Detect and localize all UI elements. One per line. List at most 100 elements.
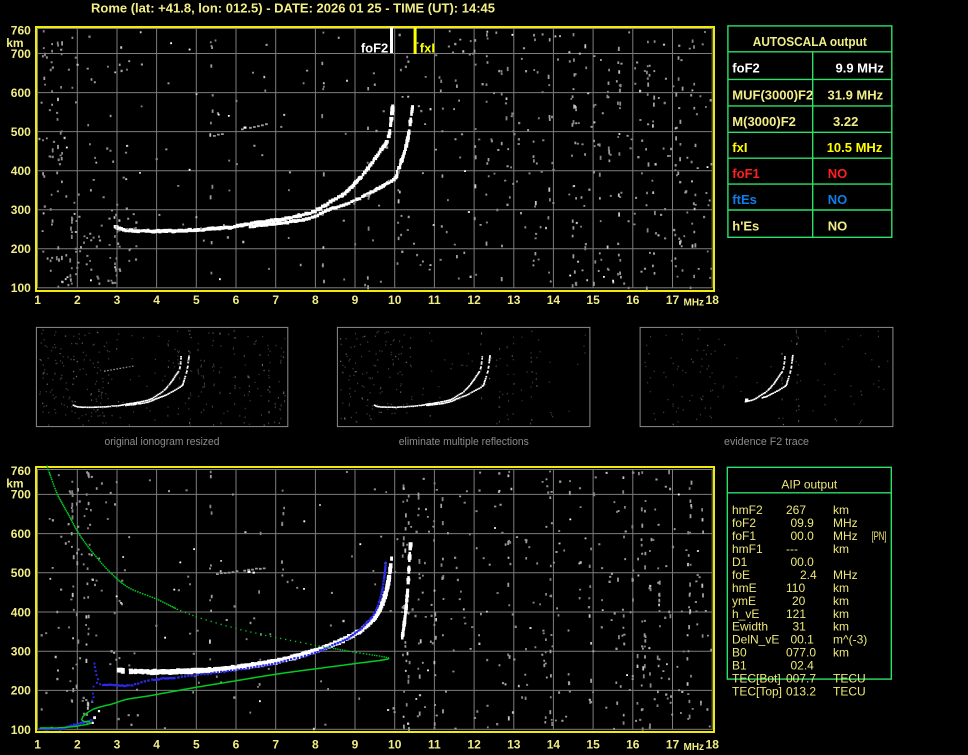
svg-text:09.9: 09.9 <box>791 516 815 530</box>
svg-text:500: 500 <box>11 566 31 580</box>
svg-text:MHz: MHz <box>833 516 858 530</box>
svg-text:NO: NO <box>828 166 848 181</box>
svg-text:2: 2 <box>74 738 81 752</box>
svg-text:h_vE: h_vE <box>732 607 759 621</box>
svg-text:100: 100 <box>11 281 31 295</box>
svg-text:3: 3 <box>114 293 121 307</box>
svg-text:9: 9 <box>352 738 359 752</box>
svg-text:400: 400 <box>11 164 31 178</box>
svg-text:km: km <box>6 36 23 50</box>
svg-text:16: 16 <box>626 293 640 307</box>
svg-text:fxI: fxI <box>420 41 435 56</box>
svg-text:B1: B1 <box>732 659 747 673</box>
svg-text:12: 12 <box>467 738 481 752</box>
svg-text:7: 7 <box>272 738 279 752</box>
svg-text:267: 267 <box>786 503 806 517</box>
svg-text:2.4: 2.4 <box>800 568 817 582</box>
svg-text:10.5 MHz: 10.5 MHz <box>827 140 883 155</box>
svg-text:km: km <box>833 620 849 634</box>
svg-text:foF2: foF2 <box>361 41 388 56</box>
svg-text:MHz: MHz <box>684 742 705 753</box>
svg-text:6: 6 <box>233 293 240 307</box>
svg-text:600: 600 <box>11 527 31 541</box>
svg-text:km: km <box>833 581 849 595</box>
svg-text:31: 31 <box>793 620 807 634</box>
svg-text:1: 1 <box>34 738 41 752</box>
svg-text:original ionogram resized: original ionogram resized <box>105 436 220 448</box>
svg-text:16: 16 <box>626 738 640 752</box>
svg-text:18: 18 <box>706 738 720 752</box>
svg-text:M(3000)F2: M(3000)F2 <box>732 114 796 129</box>
svg-text:5: 5 <box>193 293 200 307</box>
svg-text:hmE: hmE <box>732 581 757 595</box>
svg-text:8: 8 <box>312 738 319 752</box>
svg-text:[PN]: [PN] <box>872 529 887 543</box>
svg-text:MUF(3000)F2: MUF(3000)F2 <box>732 88 813 103</box>
svg-text:110: 110 <box>786 581 805 595</box>
svg-text:7: 7 <box>272 293 279 307</box>
svg-text:13: 13 <box>507 293 521 307</box>
svg-text:AIP output: AIP output <box>781 478 837 492</box>
svg-text:4: 4 <box>153 293 160 307</box>
svg-text:D1: D1 <box>732 555 748 569</box>
svg-text:9.9 MHz: 9.9 MHz <box>836 61 885 76</box>
svg-text:077.0: 077.0 <box>786 646 816 660</box>
svg-text:007.7: 007.7 <box>786 672 816 686</box>
svg-text:foF1: foF1 <box>732 166 759 181</box>
svg-text:TECU: TECU <box>833 685 866 699</box>
svg-text:km: km <box>833 594 849 608</box>
svg-text:200: 200 <box>11 684 31 698</box>
svg-text:13: 13 <box>507 738 521 752</box>
svg-text:ymE: ymE <box>732 594 756 608</box>
svg-text:km: km <box>833 607 849 621</box>
svg-text:11: 11 <box>428 738 441 752</box>
svg-text:DelN_vE: DelN_vE <box>732 633 779 647</box>
svg-text:15: 15 <box>586 293 600 307</box>
svg-text:10: 10 <box>388 738 402 752</box>
svg-text:m^(-3): m^(-3) <box>833 633 867 647</box>
svg-text:300: 300 <box>11 203 31 217</box>
svg-text:TEC[Bot]: TEC[Bot] <box>732 672 781 686</box>
svg-text:km: km <box>833 646 849 660</box>
svg-text:hmF2: hmF2 <box>732 503 763 517</box>
svg-text:Rome (lat: +41.8, lon: 012.5): Rome (lat: +41.8, lon: 012.5) - DATE: 20… <box>91 0 495 15</box>
svg-text:NO: NO <box>828 219 848 234</box>
svg-text:15: 15 <box>586 738 600 752</box>
svg-text:TEC[Top]: TEC[Top] <box>732 685 782 699</box>
svg-text:12: 12 <box>467 293 481 307</box>
svg-text:km: km <box>833 542 849 556</box>
svg-text:ftEs: ftEs <box>732 192 757 207</box>
svg-text:3: 3 <box>114 738 121 752</box>
svg-text:00.0: 00.0 <box>791 529 815 543</box>
svg-text:9: 9 <box>352 293 359 307</box>
svg-text:10: 10 <box>388 293 402 307</box>
svg-text:km: km <box>833 503 849 517</box>
svg-text:2: 2 <box>74 293 81 307</box>
svg-text:foF2: foF2 <box>732 516 756 530</box>
svg-text:00.1: 00.1 <box>791 633 815 647</box>
svg-text:18: 18 <box>706 293 720 307</box>
svg-text:MHz: MHz <box>684 298 705 309</box>
svg-text:Ewidth: Ewidth <box>732 620 768 634</box>
svg-text:20: 20 <box>792 594 806 608</box>
svg-text:300: 300 <box>11 645 31 659</box>
svg-text:6: 6 <box>233 738 240 752</box>
svg-text:3.22: 3.22 <box>833 114 858 129</box>
svg-text:31.9 MHz: 31.9 MHz <box>828 88 884 103</box>
svg-text:MHz: MHz <box>833 529 858 543</box>
svg-text:foE: foE <box>732 568 750 582</box>
svg-text:400: 400 <box>11 605 31 619</box>
svg-text:11: 11 <box>428 293 441 307</box>
svg-text:14: 14 <box>547 738 561 752</box>
svg-text:fxI: fxI <box>732 140 747 155</box>
svg-text:---: --- <box>786 542 798 556</box>
svg-text:foF1: foF1 <box>732 529 756 543</box>
svg-text:14: 14 <box>547 293 561 307</box>
svg-text:200: 200 <box>11 242 31 256</box>
svg-text:km: km <box>6 476 23 490</box>
svg-text:B0: B0 <box>732 646 747 660</box>
svg-text:02.4: 02.4 <box>791 659 815 673</box>
svg-text:h'Es: h'Es <box>732 219 759 234</box>
svg-text:eliminate multiple reflections: eliminate multiple reflections <box>399 436 529 448</box>
svg-text:00.0: 00.0 <box>791 555 815 569</box>
